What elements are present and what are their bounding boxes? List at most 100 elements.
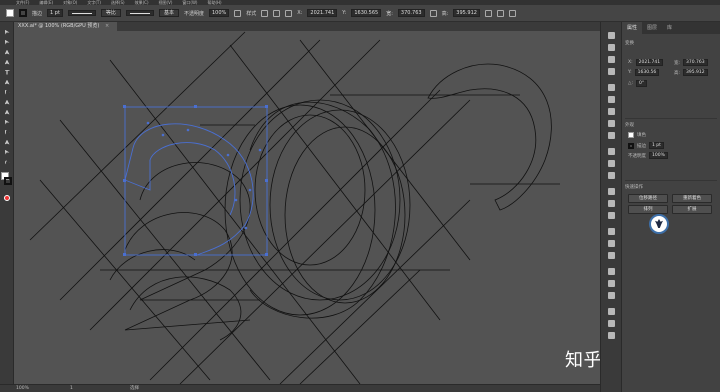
brushes-panel-icon[interactable] (608, 56, 615, 63)
fill-swatch-icon[interactable] (628, 132, 634, 138)
arrange-button[interactable]: 排列 (628, 205, 668, 214)
anchor-point[interactable] (234, 198, 238, 202)
eyedropper-tool-icon[interactable] (3, 138, 11, 146)
pen-tool-icon[interactable] (3, 48, 11, 56)
tab-layers[interactable]: 图层 (642, 22, 662, 34)
stroke-weight-input[interactable]: 1 pt (649, 142, 664, 149)
transparency-panel-icon[interactable] (608, 172, 615, 179)
selection-bounding-box[interactable] (124, 106, 268, 256)
document-tab[interactable]: XXX.ai* @ 100% (RGB/GPU 预览) × (14, 22, 118, 31)
anchor-handle[interactable] (123, 253, 126, 256)
stroke-color-icon[interactable] (4, 177, 12, 185)
opentype-panel-icon[interactable] (608, 252, 615, 259)
h-field[interactable]: 395.912 (453, 9, 480, 17)
type-tool-icon[interactable] (3, 68, 11, 76)
brush-select[interactable] (125, 10, 154, 16)
actions-panel-icon[interactable] (608, 332, 615, 339)
transform-icon[interactable] (484, 9, 492, 17)
anchor-point[interactable] (258, 148, 262, 152)
anchor-handle[interactable] (194, 105, 197, 108)
opacity-menu-icon[interactable] (234, 9, 242, 17)
artboard-number[interactable]: 1 (70, 385, 73, 392)
stroke-panel-icon[interactable] (608, 148, 615, 155)
recolor-button[interactable]: 重新着色 (672, 194, 712, 203)
properties-panel-icon[interactable] (608, 84, 615, 91)
tab-properties[interactable]: 属性 (622, 22, 643, 34)
anchor-point[interactable] (161, 133, 165, 137)
w-field[interactable]: 370.763 (397, 9, 425, 17)
anchor-handle[interactable] (265, 253, 268, 256)
zoom-tool-icon[interactable] (3, 158, 11, 166)
h-input[interactable]: 395.912 (683, 69, 708, 76)
x-input[interactable]: 2021.741 (635, 59, 664, 66)
align-icon[interactable] (273, 9, 281, 17)
offset-path-button[interactable]: 位移路径 (628, 194, 668, 203)
selected-two-path[interactable] (149, 142, 236, 216)
character-panel-icon[interactable] (608, 228, 615, 235)
gradient-panel-icon[interactable] (608, 160, 615, 167)
anchor-point[interactable] (248, 188, 252, 192)
angle-input[interactable]: 0° (635, 80, 648, 87)
image-trace-panel-icon[interactable] (608, 292, 615, 299)
close-tab-icon[interactable]: × (105, 23, 109, 29)
opacity-input[interactable]: 100% (649, 152, 668, 159)
layers-panel-icon[interactable] (608, 120, 615, 127)
profile-dropdown[interactable]: 等比 (100, 9, 121, 17)
navigator-panel-icon[interactable] (608, 308, 615, 315)
style-swatch-icon[interactable] (261, 9, 269, 17)
anchor-handle[interactable] (194, 253, 197, 256)
tab-libraries[interactable]: 库 (662, 22, 677, 34)
asset-export-panel-icon[interactable] (608, 280, 615, 287)
graphic-styles-panel-icon[interactable] (608, 108, 615, 115)
anchor-handle[interactable] (123, 105, 126, 108)
opacity-field[interactable]: 100% (208, 9, 230, 17)
info-panel-icon[interactable] (608, 320, 615, 327)
selection-tool-icon[interactable] (3, 28, 11, 36)
x-field[interactable]: 2021.741 (307, 9, 338, 17)
hand-tool-icon[interactable] (3, 148, 11, 156)
anchor-handle[interactable] (265, 179, 268, 182)
recolor-icon[interactable] (285, 9, 293, 17)
symbols-panel-icon[interactable] (608, 68, 615, 75)
align-panel-icon[interactable] (608, 188, 615, 195)
y-field[interactable]: 1630.565 (351, 9, 382, 17)
stroke-swatch-icon[interactable] (628, 142, 634, 149)
fill-swatch[interactable] (6, 9, 14, 17)
anchor-point[interactable] (226, 153, 230, 157)
stroke-profile-select[interactable] (67, 10, 96, 16)
rotate-tool-icon[interactable] (3, 118, 11, 126)
w-input[interactable]: 370.763 (683, 59, 708, 66)
paragraph-panel-icon[interactable] (608, 240, 615, 247)
transform-panel-icon[interactable] (608, 212, 615, 219)
artboard-canvas[interactable] (14, 31, 600, 384)
paintbrush-tool-icon[interactable] (3, 98, 11, 106)
anchor-handle[interactable] (123, 179, 126, 182)
rectangle-tool-icon[interactable] (3, 88, 11, 96)
eraser-tool-icon[interactable] (3, 108, 11, 116)
appearance-panel-icon[interactable] (608, 96, 615, 103)
zoom-level[interactable]: 100% (16, 385, 29, 392)
anchor-point[interactable] (146, 121, 150, 125)
expand-button[interactable]: 扩展 (672, 205, 712, 214)
color-panel-icon[interactable] (608, 32, 615, 39)
direct-selection-tool-icon[interactable] (3, 38, 11, 46)
panel-menu-icon[interactable] (508, 9, 516, 17)
link-proportions-icon[interactable] (429, 9, 437, 17)
line-tool-icon[interactable] (3, 78, 11, 86)
shape-builder-tool-icon[interactable] (3, 128, 11, 136)
anchor-point[interactable] (186, 128, 190, 132)
curvature-tool-icon[interactable] (3, 58, 11, 66)
selected-two-path[interactable] (124, 147, 151, 191)
isolate-icon[interactable] (496, 9, 504, 17)
brush-dropdown[interactable]: 基本 (158, 9, 179, 17)
artboards-panel-icon[interactable] (608, 268, 615, 275)
y-input[interactable]: 1630.56 (634, 69, 660, 76)
none-color-icon[interactable] (4, 195, 10, 201)
links-panel-icon[interactable] (608, 132, 615, 139)
anchor-point[interactable] (244, 226, 248, 230)
swatches-panel-icon[interactable] (608, 44, 615, 51)
stroke-weight-field[interactable]: 1 pt (47, 9, 63, 17)
stroke-swatch[interactable] (19, 9, 27, 17)
pathfinder-panel-icon[interactable] (608, 200, 615, 207)
anchor-handle[interactable] (265, 105, 268, 108)
